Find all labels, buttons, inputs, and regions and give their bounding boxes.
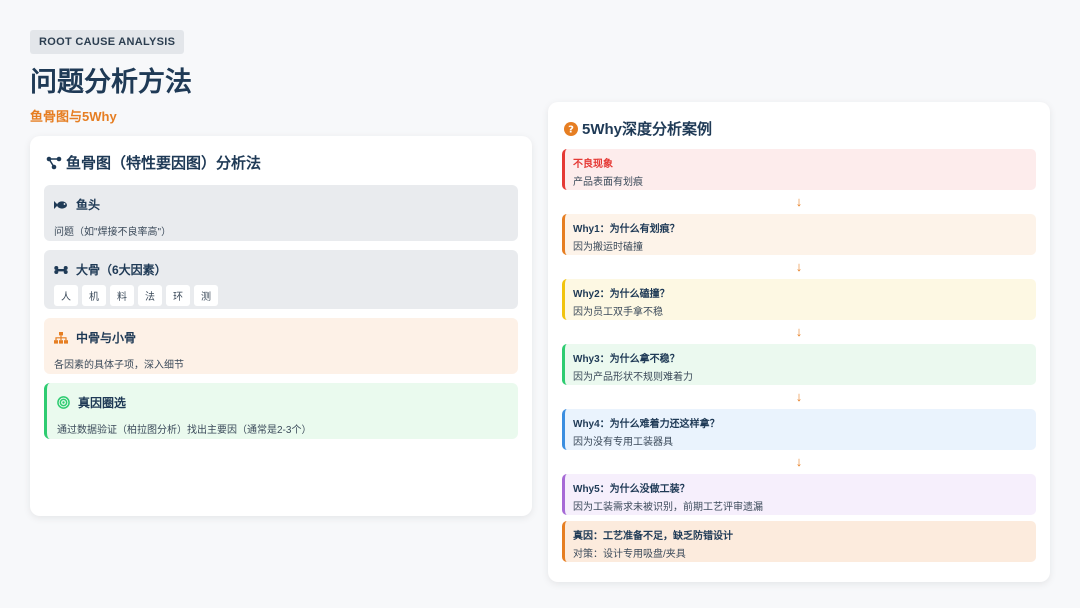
arrow-down-icon: ↓ <box>795 259 803 274</box>
bone-icon <box>54 265 68 275</box>
why-step: Why3：为什么拿不稳？ 因为产品形状不规则难着力 <box>562 344 1036 385</box>
why-step-head: Why3：为什么拿不稳？ <box>573 354 680 365</box>
factor-chip: 机 <box>82 285 106 306</box>
mid-bones-box: 中骨与小骨 各因素的具体子项，深入细节 <box>44 318 518 374</box>
why-step-text: 因为产品形状不规则难着力 <box>573 372 693 383</box>
why-step-text: 产品表面有划痕 <box>573 177 643 188</box>
factor-chip: 人 <box>54 285 78 306</box>
question-icon: ? <box>564 121 578 136</box>
why-step-head: Why1：为什么有划痕？ <box>573 224 680 235</box>
arrow-down-icon: ↓ <box>795 389 803 404</box>
arrow-down-icon: ↓ <box>795 324 803 339</box>
why-step-text: 因为员工双手拿不稳 <box>573 307 663 318</box>
fishbone-card: 鱼骨图（特性要因图）分析法 鱼头 问题（如"焊接不良率高"） 大骨（6大因素） … <box>30 136 532 516</box>
page-title: 问题分析方法 <box>30 67 192 97</box>
fish-head-label: 鱼头 <box>76 198 101 212</box>
factor-chip: 料 <box>110 285 134 306</box>
factor-chip: 法 <box>138 285 162 306</box>
five-why-title-text: 5Why深度分析案例 <box>582 121 713 138</box>
why-step-text: 因为工装需求未被识别，前期工艺评审遗漏 <box>573 502 763 513</box>
why-step-head: Why2：为什么磕撞？ <box>573 289 670 300</box>
why-step: Why1：为什么有划痕？ 因为搬运时磕撞 <box>562 214 1036 255</box>
root-cause-result: 真因：工艺准备不足，缺乏防错设计 对策：设计专用吸盘/夹具 <box>562 521 1036 562</box>
arrow-down-icon: ↓ <box>795 194 803 209</box>
fishbone-title-text: 鱼骨图（特性要因图）分析法 <box>66 155 262 172</box>
why-step: Why4：为什么难着力还这样拿？ 因为没有专用工装器具 <box>562 409 1036 450</box>
section-tag: ROOT CAUSE ANALYSIS <box>30 30 185 54</box>
why-step-text: 因为搬运时磕撞 <box>573 242 643 253</box>
hierarchy-icon <box>54 331 68 344</box>
big-bones-box: 大骨（6大因素） 人 机 料 法 环 测 <box>44 250 518 309</box>
why-step: Why2：为什么磕撞？ 因为员工双手拿不稳 <box>562 279 1036 320</box>
why-step-head: Why5：为什么没做工装？ <box>573 484 690 495</box>
mid-bones-label: 中骨与小骨 <box>76 331 137 345</box>
arrow-down-icon: ↓ <box>795 454 803 469</box>
factor-chip: 环 <box>166 285 190 306</box>
why-step: 不良现象 产品表面有划痕 <box>562 149 1036 190</box>
five-why-card: ? 5Why深度分析案例 不良现象 产品表面有划痕 ↓ Why1：为什么有划痕？… <box>548 102 1050 582</box>
page-subtitle: 鱼骨图与5Why <box>30 109 117 124</box>
factor-chip: 测 <box>194 285 218 306</box>
factor-chips: 人 机 料 法 环 测 <box>54 285 508 306</box>
root-cause-box: 真因圈选 通过数据验证（柏拉图分析）找出主要因（通常是2-3个） <box>44 383 518 439</box>
fishbone-card-title: 鱼骨图（特性要因图）分析法 <box>46 152 518 173</box>
svg-text:?: ? <box>568 124 574 135</box>
mid-bones-text: 各因素的具体子项，深入细节 <box>54 360 184 371</box>
root-cause-label: 真因圈选 <box>78 396 127 410</box>
why-step: Why5：为什么没做工装？ 因为工装需求未被识别，前期工艺评审遗漏 <box>562 474 1036 515</box>
fish-icon <box>54 200 68 210</box>
why-step-text: 对策：设计专用吸盘/夹具 <box>573 549 686 560</box>
why-step-text: 因为没有专用工装器具 <box>573 437 673 448</box>
diagram-icon <box>46 156 62 170</box>
why-step-head: 不良现象 <box>573 159 613 170</box>
why-step-head: Why4：为什么难着力还这样拿？ <box>573 419 720 430</box>
fish-head-box: 鱼头 问题（如"焊接不良率高"） <box>44 185 518 241</box>
target-icon <box>57 396 70 409</box>
why-step-head: 真因：工艺准备不足，缺乏防错设计 <box>573 531 733 542</box>
root-cause-text: 通过数据验证（柏拉图分析）找出主要因（通常是2-3个） <box>57 425 312 436</box>
five-why-card-title: ? 5Why深度分析案例 <box>564 118 1036 139</box>
fish-head-text: 问题（如"焊接不良率高"） <box>54 227 172 238</box>
big-bones-label: 大骨（6大因素） <box>76 263 167 277</box>
